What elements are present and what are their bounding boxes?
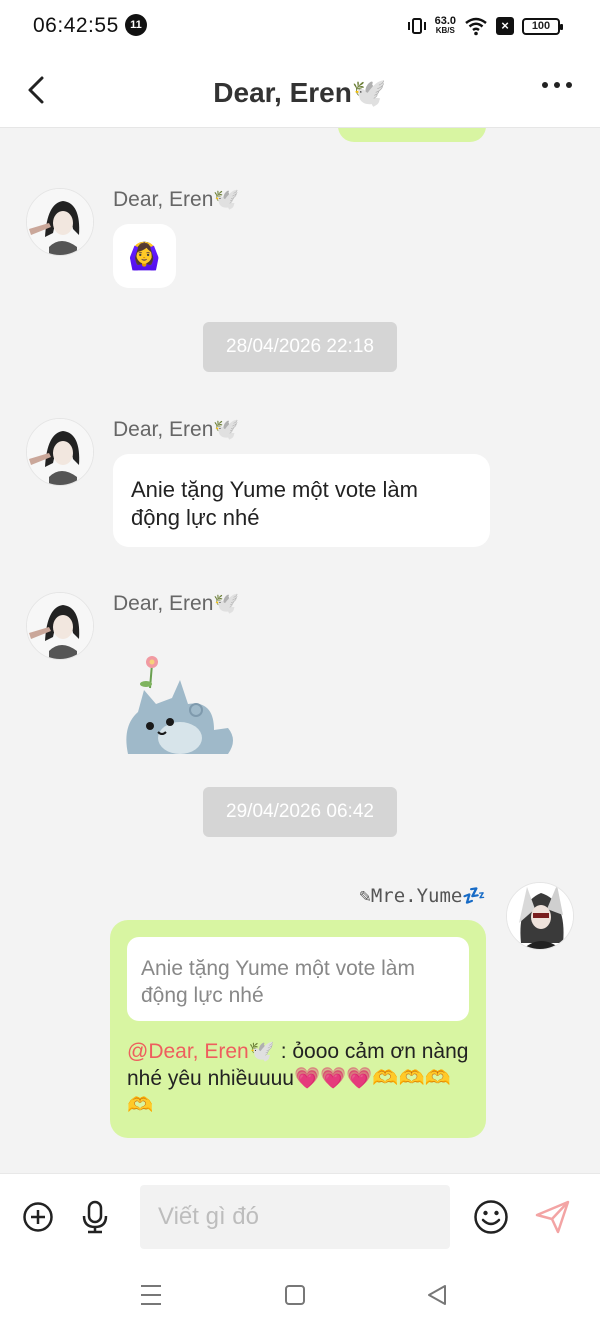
send-icon[interactable] bbox=[534, 1198, 572, 1236]
status-icons: 63.0 KB/S × 100 bbox=[407, 14, 563, 38]
wifi-icon bbox=[465, 17, 487, 36]
network-speed: 63.0 KB/S bbox=[434, 15, 456, 36]
menu-icon[interactable] bbox=[140, 1283, 162, 1307]
status-time: 06:42:55 bbox=[33, 14, 119, 37]
avatar-dear-eren[interactable] bbox=[26, 418, 94, 486]
microphone-icon[interactable] bbox=[80, 1199, 110, 1235]
vibrate-icon bbox=[407, 18, 426, 34]
plus-circle-icon[interactable] bbox=[22, 1201, 54, 1233]
smiley-icon[interactable] bbox=[473, 1199, 509, 1235]
message-text: Anie tặng Yume một vote làm động lực nhé bbox=[131, 477, 418, 530]
quoted-message[interactable]: Anie tặng Yume một vote làm động lực nhé bbox=[127, 937, 469, 1021]
system-navigation-bar bbox=[0, 1259, 600, 1333]
sender-name-self: ✎Mre.Yume💤 bbox=[359, 885, 486, 907]
home-square-icon[interactable] bbox=[284, 1283, 306, 1307]
anime-avatar-icon bbox=[27, 593, 93, 659]
emoji-message-bubble[interactable]: 🙆‍♀️ bbox=[113, 224, 176, 288]
previous-outgoing-bubble bbox=[338, 128, 486, 142]
back-triangle-icon[interactable] bbox=[426, 1283, 448, 1307]
message-input[interactable] bbox=[140, 1185, 450, 1249]
message-input-bar bbox=[0, 1173, 600, 1259]
sender-name: Dear, Eren🕊️ bbox=[113, 188, 240, 211]
text-message-bubble[interactable]: Anie tặng Yume một vote làm động lực nhé bbox=[113, 454, 490, 547]
anime-avatar-icon bbox=[27, 419, 93, 485]
outgoing-message-bubble[interactable]: Anie tặng Yume một vote làm động lực nhé… bbox=[110, 920, 486, 1138]
more-options-button[interactable] bbox=[542, 82, 572, 88]
sender-name: Dear, Eren🕊️ bbox=[113, 418, 240, 441]
mention-link[interactable]: @Dear, Eren🕊️ bbox=[127, 1040, 275, 1063]
dot-icon bbox=[566, 82, 572, 88]
status-bar: 06:42:55 11 63.0 KB/S × 100 bbox=[0, 0, 600, 52]
avatar-dear-eren[interactable] bbox=[26, 188, 94, 256]
dot-icon bbox=[554, 82, 560, 88]
chat-title: Dear, Eren🕊️ bbox=[213, 77, 387, 108]
battery-indicator: 100 bbox=[522, 17, 563, 35]
chat-header: Dear, Eren🕊️ bbox=[0, 52, 600, 128]
anime-avatar-icon bbox=[507, 883, 573, 949]
sender-name: Dear, Eren🕊️ bbox=[113, 592, 240, 615]
avatar-self[interactable] bbox=[506, 882, 574, 950]
close-box-icon: × bbox=[496, 17, 514, 35]
emoji-message: 🙆‍♀️ bbox=[128, 241, 161, 271]
message-list[interactable]: Dear, Eren🕊️ 🙆‍♀️ 28/04/2026 22:18 Dear,… bbox=[0, 128, 600, 1173]
timestamp-divider: 28/04/2026 22:18 bbox=[203, 322, 397, 372]
avatar-dear-eren[interactable] bbox=[26, 592, 94, 660]
dot-icon bbox=[542, 82, 548, 88]
notification-count-badge: 11 bbox=[125, 14, 147, 36]
anime-avatar-icon bbox=[27, 189, 93, 255]
reply-text: @Dear, Eren🕊️ : ỏooo cảm ơn nàng nhé yêu… bbox=[127, 1038, 473, 1119]
cat-sticker-icon[interactable] bbox=[118, 650, 240, 758]
timestamp-divider: 29/04/2026 06:42 bbox=[203, 787, 397, 837]
